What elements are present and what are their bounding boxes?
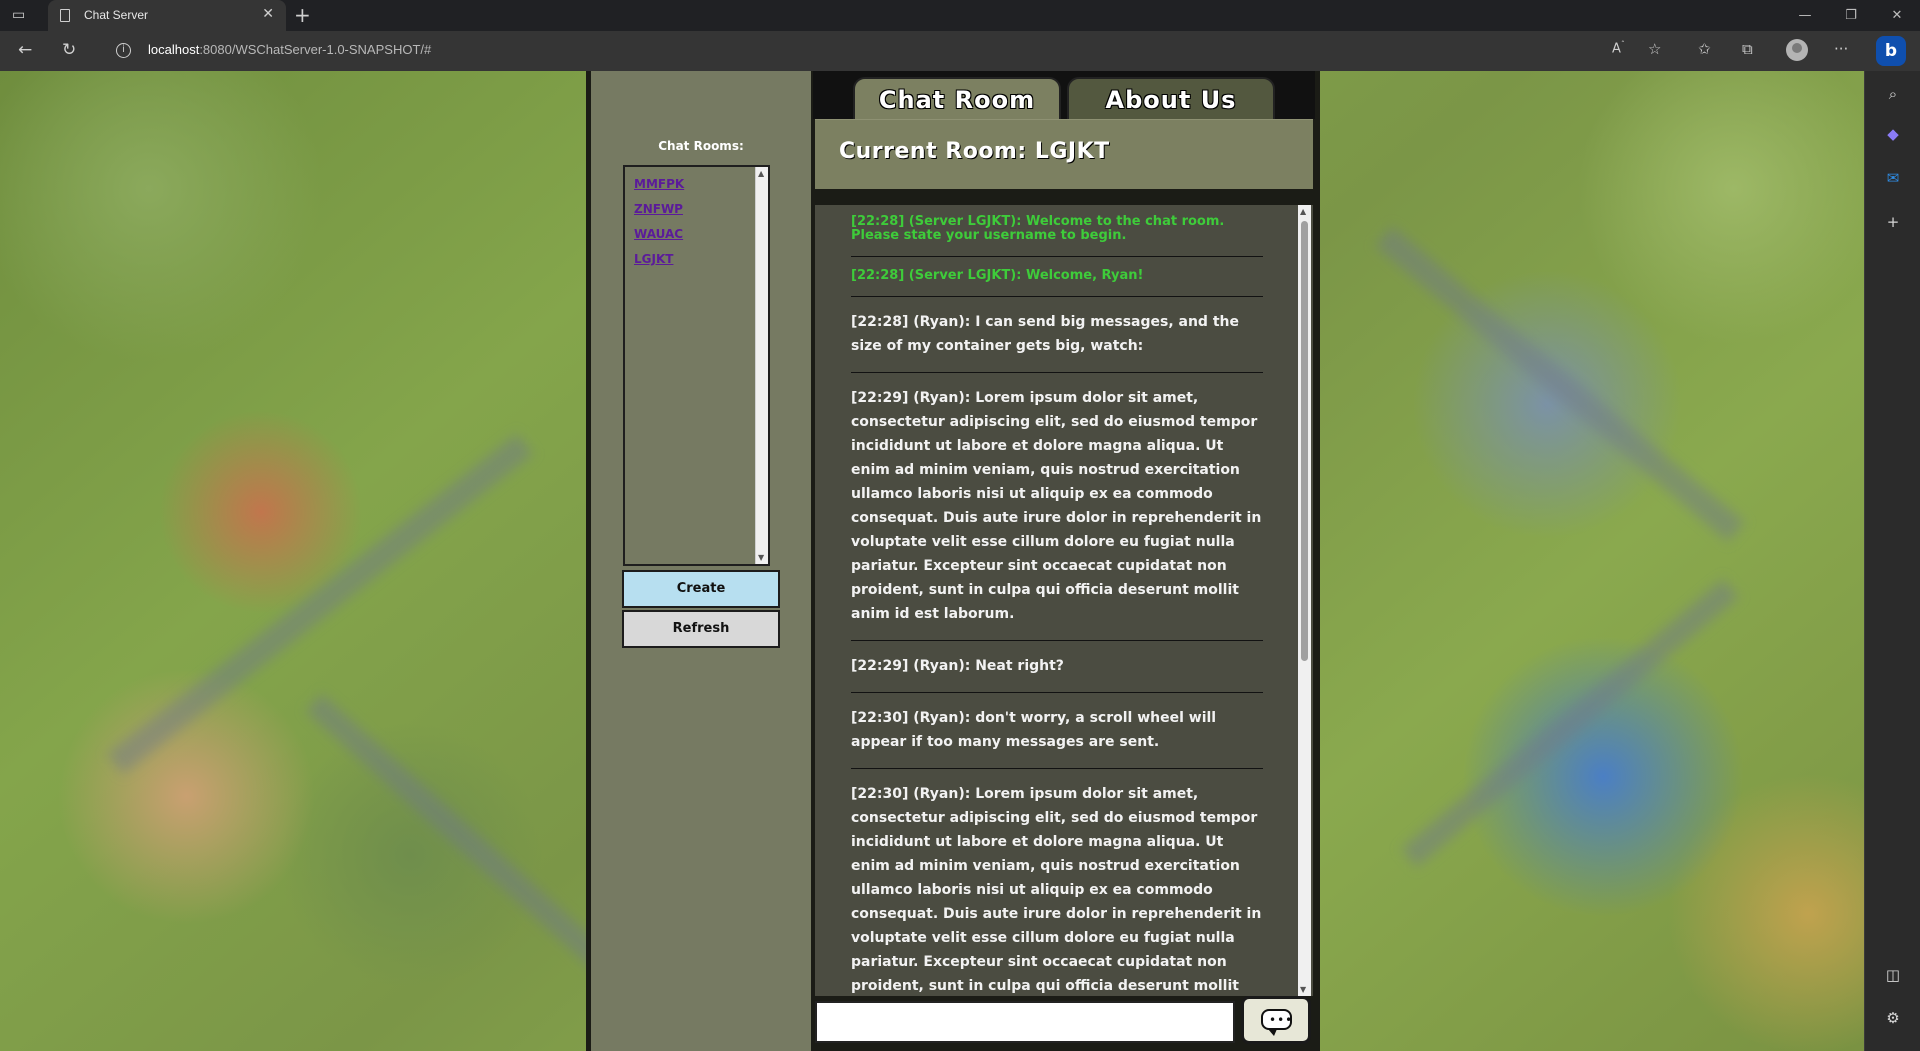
url-field[interactable]: localhost:8080/WSChatServer-1.0-SNAPSHOT… [148,42,431,57]
room-list-item: ZNFWP [634,198,759,217]
user-message: [22:30] (Ryan): Lorem ipsum dolor sit am… [851,769,1263,996]
search-icon[interactable]: ⌕ [1882,83,1904,105]
edge-sidebar: ⌕ ◆ ✉ + ◫ ⚙ [1864,71,1920,1051]
outlook-icon[interactable]: ✉ [1882,167,1904,189]
rooms-label: Chat Rooms: [658,139,744,153]
room-list-item: MMFPK [634,173,759,192]
server-message: [22:28] (Server LGJKT): Welcome, Ryan! [851,257,1263,297]
minimize-icon[interactable]: — [1782,0,1828,31]
rooms-panel: Chat Rooms: MMFPK ZNFWP WAUAC LGJKT ▲ ▼ Cre… [591,71,811,1051]
page-viewport: Chat Rooms: MMFPK ZNFWP WAUAC LGJKT ▲ ▼ Cre… [0,71,1864,1051]
user-message: [22:28] (Ryan): I can send big messages,… [851,297,1263,373]
browser-tab[interactable]: Chat Server ✕ [48,0,286,31]
message-list: [22:28] (Server LGJKT): Welcome to the c… [851,205,1263,996]
background-decoration [305,693,635,993]
url-path: :8080/WSChatServer-1.0-SNAPSHOT/# [199,42,432,57]
reload-icon[interactable]: ↻ [62,40,76,60]
restore-icon[interactable]: ❐ [1828,0,1874,31]
scroll-up-icon[interactable]: ▲ [758,169,764,178]
create-button[interactable]: Create [622,570,780,608]
room-title: Current Room: LGJKT [839,139,1110,164]
rooms-list[interactable]: MMFPK ZNFWP WAUAC LGJKT ▲ ▼ [623,165,770,566]
scroll-down-icon[interactable]: ▼ [1300,985,1306,994]
chat-bubble-icon: ••• [1261,1009,1292,1036]
tab-about-us[interactable]: About Us [1067,77,1275,121]
message-input[interactable] [815,1001,1235,1043]
room-link[interactable]: ZNFWP [634,202,683,216]
page-icon [60,9,70,22]
chat-panel: Chat Room About Us Current Room: LGJKT [… [813,71,1315,1051]
profile-icon[interactable] [1786,39,1808,61]
bing-icon[interactable]: b [1876,36,1906,66]
server-message: [22:28] (Server LGJKT): Welcome to the c… [851,205,1263,257]
scroll-up-icon[interactable]: ▲ [1300,207,1306,216]
user-message: [22:30] (Ryan): don't worry, a scroll wh… [851,693,1263,769]
chat-app: Chat Rooms: MMFPK ZNFWP WAUAC LGJKT ▲ ▼ Cre… [586,71,1320,1051]
room-header: Current Room: LGJKT [815,119,1313,189]
user-message: [22:29] (Ryan): Lorem ipsum dolor sit am… [851,373,1263,641]
read-aloud-icon[interactable]: Aˆ [1612,40,1625,56]
tab-actions-icon[interactable]: ▭ [12,7,34,25]
scrollbar-thumb[interactable] [1301,221,1308,661]
collections-icon[interactable]: ⧉ [1742,40,1753,58]
tab-chat-room[interactable]: Chat Room [853,77,1061,121]
room-link[interactable]: WAUAC [634,227,683,241]
message-scrollbar[interactable]: ▲ ▼ [1298,205,1311,996]
settings-icon[interactable]: ⚙ [1882,1007,1904,1029]
room-list-item: WAUAC [634,223,759,242]
rooms-list-items: MMFPK ZNFWP WAUAC LGJKT [625,167,768,279]
copilot-icon[interactable]: ◆ [1882,123,1904,145]
close-window-icon[interactable]: ✕ [1874,0,1920,31]
add-icon[interactable]: + [1882,211,1904,233]
message-log[interactable]: [22:28] (Server LGJKT): Welcome to the c… [815,205,1313,996]
nav-tabs: Chat Room About Us [813,71,1315,121]
address-bar: ← ↻ i localhost:8080/WSChatServer-1.0-SN… [0,31,1920,71]
scroll-down-icon[interactable]: ▼ [758,553,764,562]
plus-icon[interactable]: + [294,3,311,27]
close-icon[interactable]: ✕ [262,6,274,22]
more-icon[interactable]: ··· [1834,40,1848,58]
window-controls: — ❐ ✕ [1782,0,1920,31]
info-icon[interactable]: i [116,43,131,58]
background-decoration [1375,226,1745,542]
refresh-button[interactable]: Refresh [622,610,780,648]
composer: ••• [815,996,1313,1051]
rooms-list-scrollbar[interactable]: ▲ ▼ [755,167,768,564]
add-favorite-icon[interactable]: ☆ [1648,40,1661,58]
tab-title: Chat Server [84,8,149,22]
back-icon[interactable]: ← [18,40,32,60]
room-list-item: LGJKT [634,248,759,267]
url-host: localhost [148,42,200,57]
user-message: [22:29] (Ryan): Neat right? [851,641,1263,693]
background-decoration [1401,578,1739,868]
room-link[interactable]: MMFPK [634,177,684,191]
send-button[interactable]: ••• [1241,996,1311,1044]
browser-tabbar: ▭ Chat Server ✕ + — ❐ ✕ [0,0,1920,31]
split-screen-icon[interactable]: ◫ [1882,964,1904,986]
favorites-icon[interactable]: ✩ [1698,40,1711,58]
room-link[interactable]: LGJKT [634,252,673,266]
